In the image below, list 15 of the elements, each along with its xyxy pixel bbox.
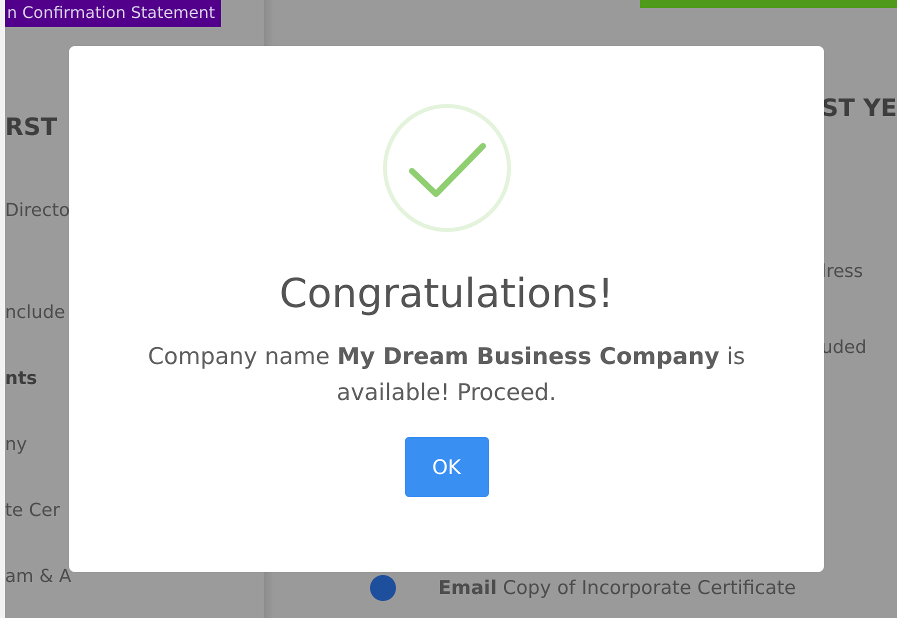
ok-button[interactable]: OK	[404, 437, 488, 497]
dialog-title: Congratulations!	[279, 270, 614, 319]
section-heading: nts	[5, 367, 38, 391]
section-heading: RST	[5, 115, 58, 139]
list-item-text: uded	[821, 336, 867, 360]
success-check-icon	[382, 103, 512, 233]
section-heading: ST YE	[821, 96, 897, 120]
list-item-text: am & A	[5, 565, 72, 589]
dialog-message: Company name My Dream Business Company is available! Proceed.	[146, 343, 746, 408]
list-item-text: te Cer	[5, 499, 61, 523]
list-item-text: Email Copy of Incorporate Certificate	[438, 577, 796, 599]
section-banner: n Confirmation Statement	[5, 0, 222, 27]
list-item-text: ny	[5, 433, 28, 457]
list-item-text: Directo	[5, 199, 71, 223]
list-item-text: nclude	[5, 301, 66, 325]
